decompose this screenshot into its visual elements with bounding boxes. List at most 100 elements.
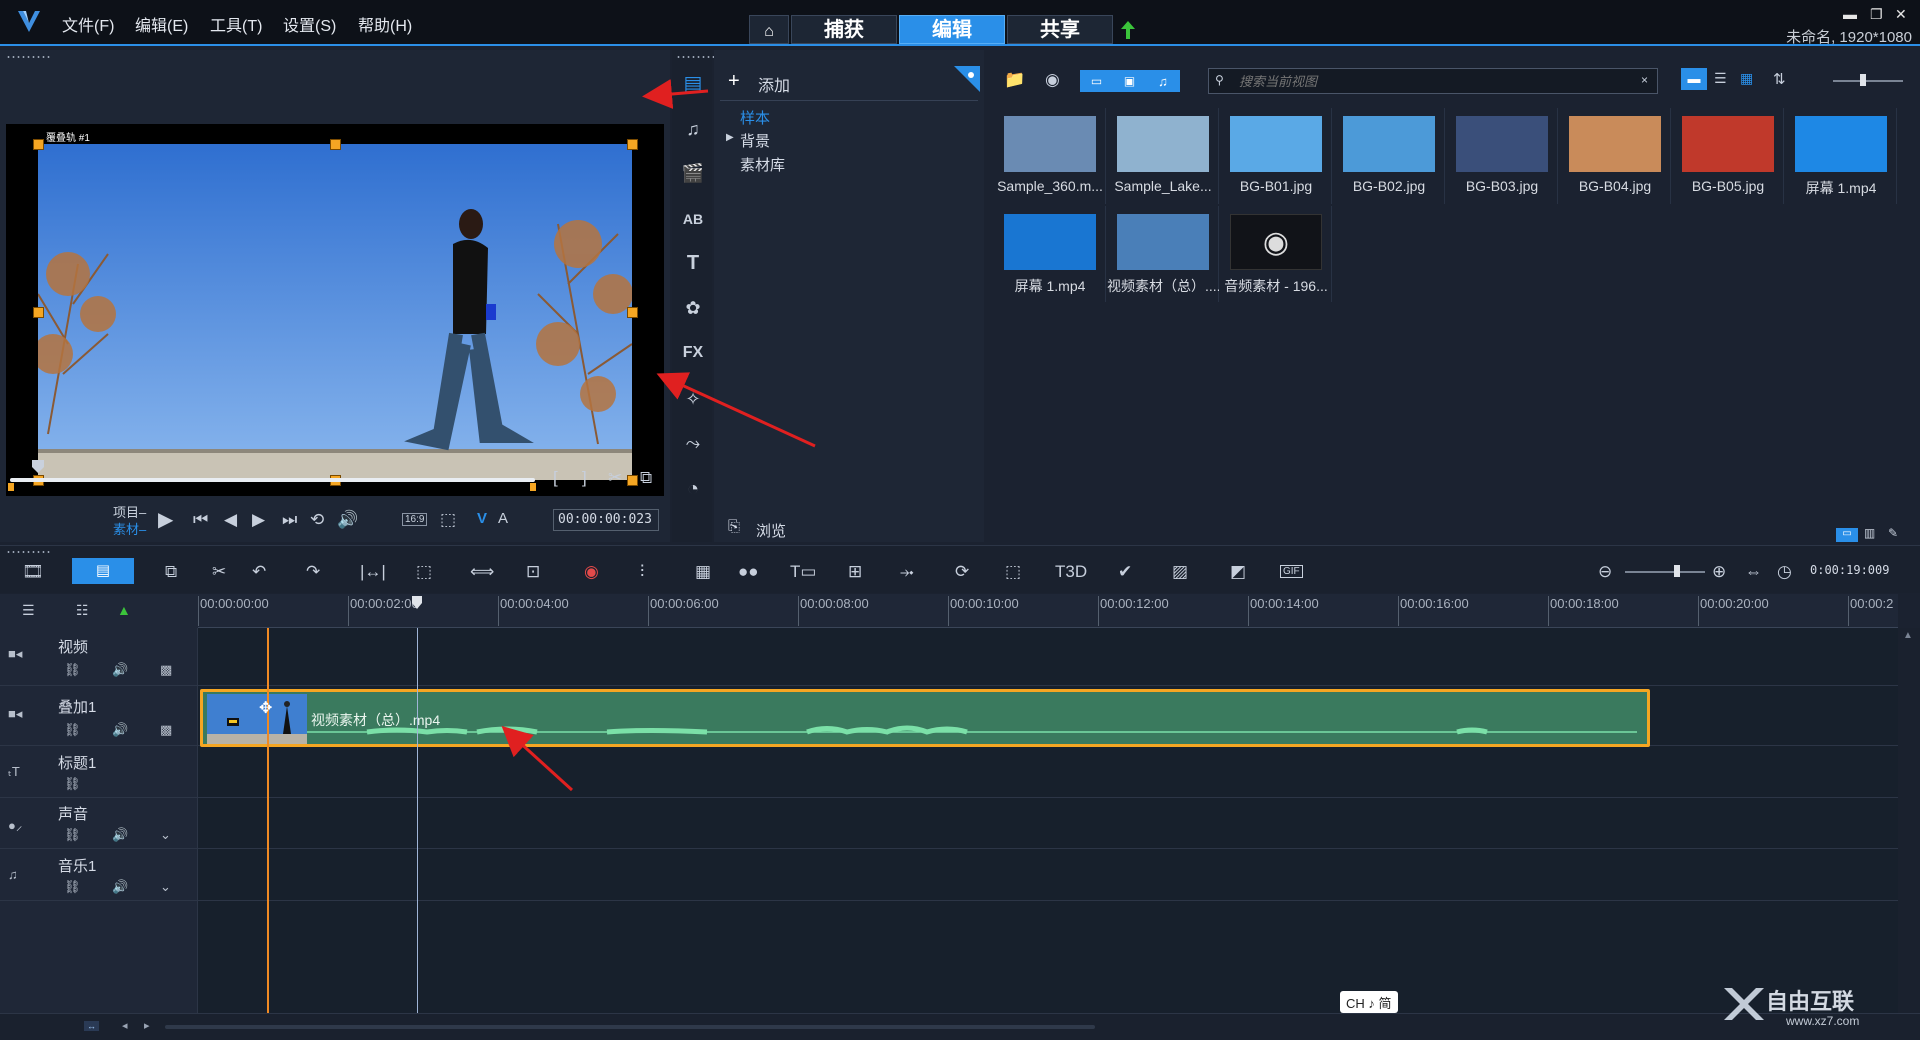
tab-share[interactable]: 共享 <box>1007 15 1113 44</box>
close-icon[interactable]: ✕ <box>1895 6 1907 23</box>
library-item[interactable]: BG-B01.jpg <box>1220 108 1332 204</box>
zoom-slider[interactable] <box>1625 571 1705 573</box>
resize-handle[interactable] <box>627 139 638 150</box>
go-start-icon[interactable]: ⏮ <box>193 510 208 530</box>
stabilize-icon[interactable]: ▨ <box>1172 562 1188 582</box>
copy-attributes-icon[interactable]: ⧉ <box>165 562 177 582</box>
transition-icon[interactable]: 🎬 <box>678 160 708 186</box>
graphics-icon[interactable]: ✿ <box>678 295 708 321</box>
trim-end-marker[interactable] <box>530 483 536 491</box>
clear-search-icon[interactable]: × <box>1641 73 1648 87</box>
zoom-slider-thumb[interactable] <box>1674 565 1680 577</box>
subtitle-icon[interactable]: T▭ <box>790 562 816 582</box>
menu-file[interactable]: 文件(F) <box>62 12 114 36</box>
add-folder-button[interactable]: 添加 <box>758 72 790 96</box>
grid-view-icon[interactable]: ▦ <box>1740 70 1753 87</box>
sort-icon[interactable]: ⇅ <box>1773 70 1786 88</box>
timeline-marker-icon[interactable] <box>410 596 424 610</box>
speed-icon[interactable]: ◔ <box>678 476 708 502</box>
mark-out-icon[interactable]: ] <box>582 468 587 488</box>
motion-path-icon[interactable]: ✧ <box>678 386 708 412</box>
mark-in-icon[interactable]: [ <box>553 468 558 488</box>
menu-settings[interactable]: 设置(S) <box>283 12 336 36</box>
resize-icon[interactable]: ⊡ <box>526 562 540 582</box>
panel-grip[interactable] <box>6 550 50 554</box>
thumbnail-view-icon[interactable]: ▬ <box>1681 68 1707 90</box>
link-icon[interactable]: ⛓ <box>64 722 81 738</box>
link-icon[interactable]: ⛓ <box>64 662 81 678</box>
vertical-scrollbar[interactable]: ▲ <box>1898 628 1920 1013</box>
import-media-icon[interactable]: 📁 <box>1004 70 1025 90</box>
timeline-view-icon[interactable]: ▤ <box>72 558 134 584</box>
playhead-line[interactable] <box>267 628 269 1013</box>
gif-icon[interactable]: GIF <box>1280 565 1303 578</box>
video-toggle-icon[interactable]: V <box>477 510 487 527</box>
preview-window[interactable]: 覆叠轨 #1 <box>6 124 664 496</box>
library-item[interactable]: Sample_360.m... <box>994 108 1106 204</box>
library-item[interactable]: BG-B05.jpg <box>1672 108 1784 204</box>
scroll-left-icon[interactable]: ◂ <box>122 1019 128 1032</box>
library-item[interactable]: BG-B04.jpg <box>1559 108 1671 204</box>
browse-button[interactable]: 浏览 <box>756 520 786 541</box>
go-end-icon[interactable]: ⏭ <box>282 510 297 530</box>
search-box[interactable]: ⚲ × <box>1208 68 1658 94</box>
link-icon[interactable]: ⛓ <box>64 879 81 895</box>
record-icon[interactable]: ◉ <box>584 562 599 582</box>
media-icon[interactable]: ▤ <box>678 70 708 96</box>
capture-icon[interactable]: ◉ <box>1045 70 1060 90</box>
restore-icon[interactable]: ❐ <box>1870 6 1883 23</box>
chapter-icon[interactable]: ☷ <box>76 602 89 619</box>
clip-mode-label[interactable]: 素材– <box>113 519 146 538</box>
zoom-select-icon[interactable]: ⬚ <box>440 510 456 530</box>
upload-icon[interactable] <box>1120 20 1136 40</box>
library-item[interactable]: 屏幕 1.mp4 <box>1785 108 1897 204</box>
enlarge-preview-icon[interactable]: ⧉ <box>640 468 652 488</box>
home-button[interactable]: ⌂ <box>749 15 789 44</box>
ripple-toggle-icon[interactable]: ▩ <box>160 662 172 678</box>
repeat-icon[interactable]: ⟲ <box>310 510 324 530</box>
play-icon[interactable]: ▶ <box>158 507 173 532</box>
list-view-icon[interactable]: ☰ <box>1714 70 1727 87</box>
volume-icon[interactable]: 🔊 <box>337 510 358 530</box>
library-item[interactable]: ◉ 音频素材 - 196... <box>1220 206 1332 302</box>
instant-project-icon[interactable]: ♫ <box>678 116 708 142</box>
mask-icon[interactable]: ●● <box>738 562 759 582</box>
menu-edit[interactable]: 编辑(E) <box>135 12 188 36</box>
tools-icon[interactable]: ✂ <box>212 562 226 582</box>
add-track-icon[interactable]: ▲ <box>117 602 131 618</box>
crop-icon[interactable]: ⬚ <box>416 562 432 582</box>
tree-item-library[interactable]: 素材库 <box>740 154 785 175</box>
scroll-right-icon[interactable]: ▸ <box>144 1019 150 1032</box>
library-item[interactable]: 视频素材（总）.... <box>1107 206 1219 302</box>
show-photo-icon[interactable]: ▣ <box>1113 70 1146 92</box>
3d-title-icon[interactable]: T3D <box>1055 562 1087 582</box>
library-item[interactable]: 屏幕 1.mp4 <box>994 206 1106 302</box>
pan-zoom-icon[interactable]: ⬚ <box>1005 562 1021 582</box>
expand-icon[interactable]: ⌄ <box>160 879 171 895</box>
time-remap-icon[interactable]: ◩ <box>1230 562 1246 582</box>
resize-handle[interactable] <box>627 307 638 318</box>
rotate-icon[interactable]: ⟳ <box>955 562 969 582</box>
track-volume-icon[interactable]: 🔊 <box>112 662 128 678</box>
search-input[interactable] <box>1239 72 1629 90</box>
split-clip-icon[interactable]: ✂ <box>608 468 622 488</box>
aspect-ratio-button[interactable]: 16:9 <box>402 513 428 526</box>
tree-item-samples[interactable]: 样本 <box>740 107 770 128</box>
add-icon[interactable]: + <box>728 70 740 93</box>
ripple-toggle-icon[interactable]: ▩ <box>160 722 172 738</box>
panel-layout-icon[interactable]: ▥ <box>1864 526 1875 540</box>
split-screen-icon[interactable]: ⊞ <box>848 562 862 582</box>
slider-thumb[interactable] <box>1860 74 1866 86</box>
ripple-icon[interactable]: ⟺ <box>470 562 494 582</box>
library-item[interactable]: Sample_Lake... <box>1107 108 1219 204</box>
motion-tracking-icon[interactable]: ⤞ <box>900 562 914 582</box>
link-icon[interactable]: ⛓ <box>64 827 81 843</box>
track-volume-icon[interactable]: 🔊 <box>112 722 128 738</box>
fx-filter-icon[interactable]: FX <box>678 340 708 366</box>
zoom-in-icon[interactable]: ⊕ <box>1712 562 1726 582</box>
tab-edit[interactable]: 编辑 <box>899 15 1005 44</box>
thumbnail-size-slider[interactable] <box>1833 80 1903 82</box>
pin-icon[interactable] <box>954 66 980 92</box>
link-icon[interactable]: ⛓ <box>64 776 81 792</box>
tab-capture[interactable]: 捕获 <box>791 15 897 44</box>
